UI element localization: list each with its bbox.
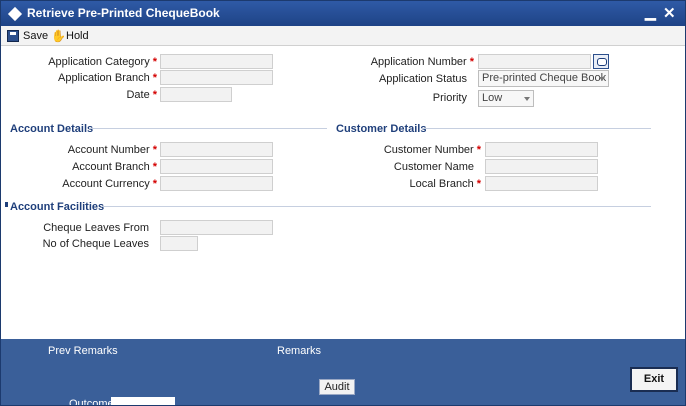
local-branch-input[interactable]: [485, 176, 598, 191]
footer-panel: Prev Remarks Remarks Audit Exit Outcome: [1, 339, 685, 405]
date-label: Date *: [126, 89, 157, 101]
hand-icon: ✋: [51, 28, 66, 43]
required-marker: *: [152, 161, 157, 173]
divider: [421, 128, 651, 129]
window-title: Retrieve Pre-Printed ChequeBook: [27, 6, 220, 20]
required-marker: *: [469, 56, 474, 68]
outcome-input[interactable]: [111, 397, 175, 405]
audit-button[interactable]: Audit: [319, 379, 355, 395]
divider: [101, 206, 651, 207]
application-category-label: Application Category *: [48, 56, 157, 68]
close-icon[interactable]: ✕: [663, 4, 676, 22]
account-branch-label: Account Branch *: [72, 161, 157, 173]
hold-label: Hold: [66, 30, 89, 42]
hold-button[interactable]: ✋ Hold: [51, 29, 89, 43]
required-marker: *: [152, 56, 157, 68]
minimize-icon[interactable]: ▁: [645, 4, 656, 21]
application-branch-input[interactable]: [160, 70, 273, 85]
account-currency-label: Account Currency *: [62, 178, 157, 190]
app-diamond-icon: [7, 6, 23, 22]
exit-button[interactable]: Exit: [630, 367, 678, 392]
priority-select[interactable]: Low: [478, 90, 534, 107]
priority-value: Low: [482, 92, 503, 104]
save-button[interactable]: Save: [7, 29, 48, 43]
lov-lookup-icon[interactable]: [593, 54, 609, 69]
chevron-down-icon: [599, 77, 605, 81]
outcome-label: Outcome: [69, 399, 114, 405]
customer-details-heading: Customer Details: [336, 123, 427, 135]
account-currency-input[interactable]: [160, 176, 273, 191]
chevron-down-icon: [524, 97, 530, 101]
section-marker: [5, 202, 8, 207]
application-status-select[interactable]: Pre-printed Cheque Book: [478, 70, 609, 87]
priority-label: Priority: [432, 92, 467, 104]
divider: [89, 128, 327, 129]
customer-number-input[interactable]: [485, 142, 598, 157]
required-marker: *: [152, 72, 157, 84]
local-branch-label: Local Branch *: [409, 178, 482, 190]
account-number-input[interactable]: [160, 142, 273, 157]
customer-name-input[interactable]: [485, 159, 598, 174]
account-number-label: Account Number *: [67, 144, 157, 156]
account-details-heading: Account Details: [10, 123, 94, 135]
no-of-cheque-leaves-label: No of Cheque Leaves: [42, 238, 149, 250]
date-input[interactable]: [160, 87, 232, 102]
application-status-value: Pre-printed Cheque Book: [482, 72, 607, 84]
prev-remarks-label: Prev Remarks: [48, 345, 118, 357]
account-branch-input[interactable]: [160, 159, 273, 174]
application-number-label: Application Number *: [370, 56, 474, 68]
no-of-cheque-leaves-input[interactable]: [160, 236, 198, 251]
application-category-input[interactable]: [160, 54, 273, 69]
retrieve-chequebook-window: Retrieve Pre-Printed ChequeBook ▁ ✕ Save…: [0, 0, 686, 406]
required-marker: *: [476, 178, 481, 190]
customer-number-label: Customer Number *: [383, 144, 481, 156]
toolbar: Save ✋ Hold: [1, 26, 685, 46]
title-bar: Retrieve Pre-Printed ChequeBook ▁ ✕: [1, 1, 685, 26]
cheque-leaves-from-label: Cheque Leaves From: [43, 222, 149, 234]
application-number-input[interactable]: [478, 54, 591, 69]
save-label: Save: [23, 30, 49, 42]
application-branch-label: Application Branch *: [57, 72, 157, 84]
required-marker: *: [152, 144, 157, 156]
required-marker: *: [152, 89, 157, 101]
account-facilities-heading: Account Facilities: [10, 201, 105, 213]
remarks-label: Remarks: [277, 345, 322, 357]
required-marker: *: [152, 178, 157, 190]
cheque-leaves-from-input[interactable]: [160, 220, 273, 235]
save-icon: [7, 30, 19, 42]
required-marker: *: [476, 144, 481, 156]
application-status-label: Application Status: [378, 73, 467, 85]
customer-name-label: Customer Name: [393, 161, 474, 173]
